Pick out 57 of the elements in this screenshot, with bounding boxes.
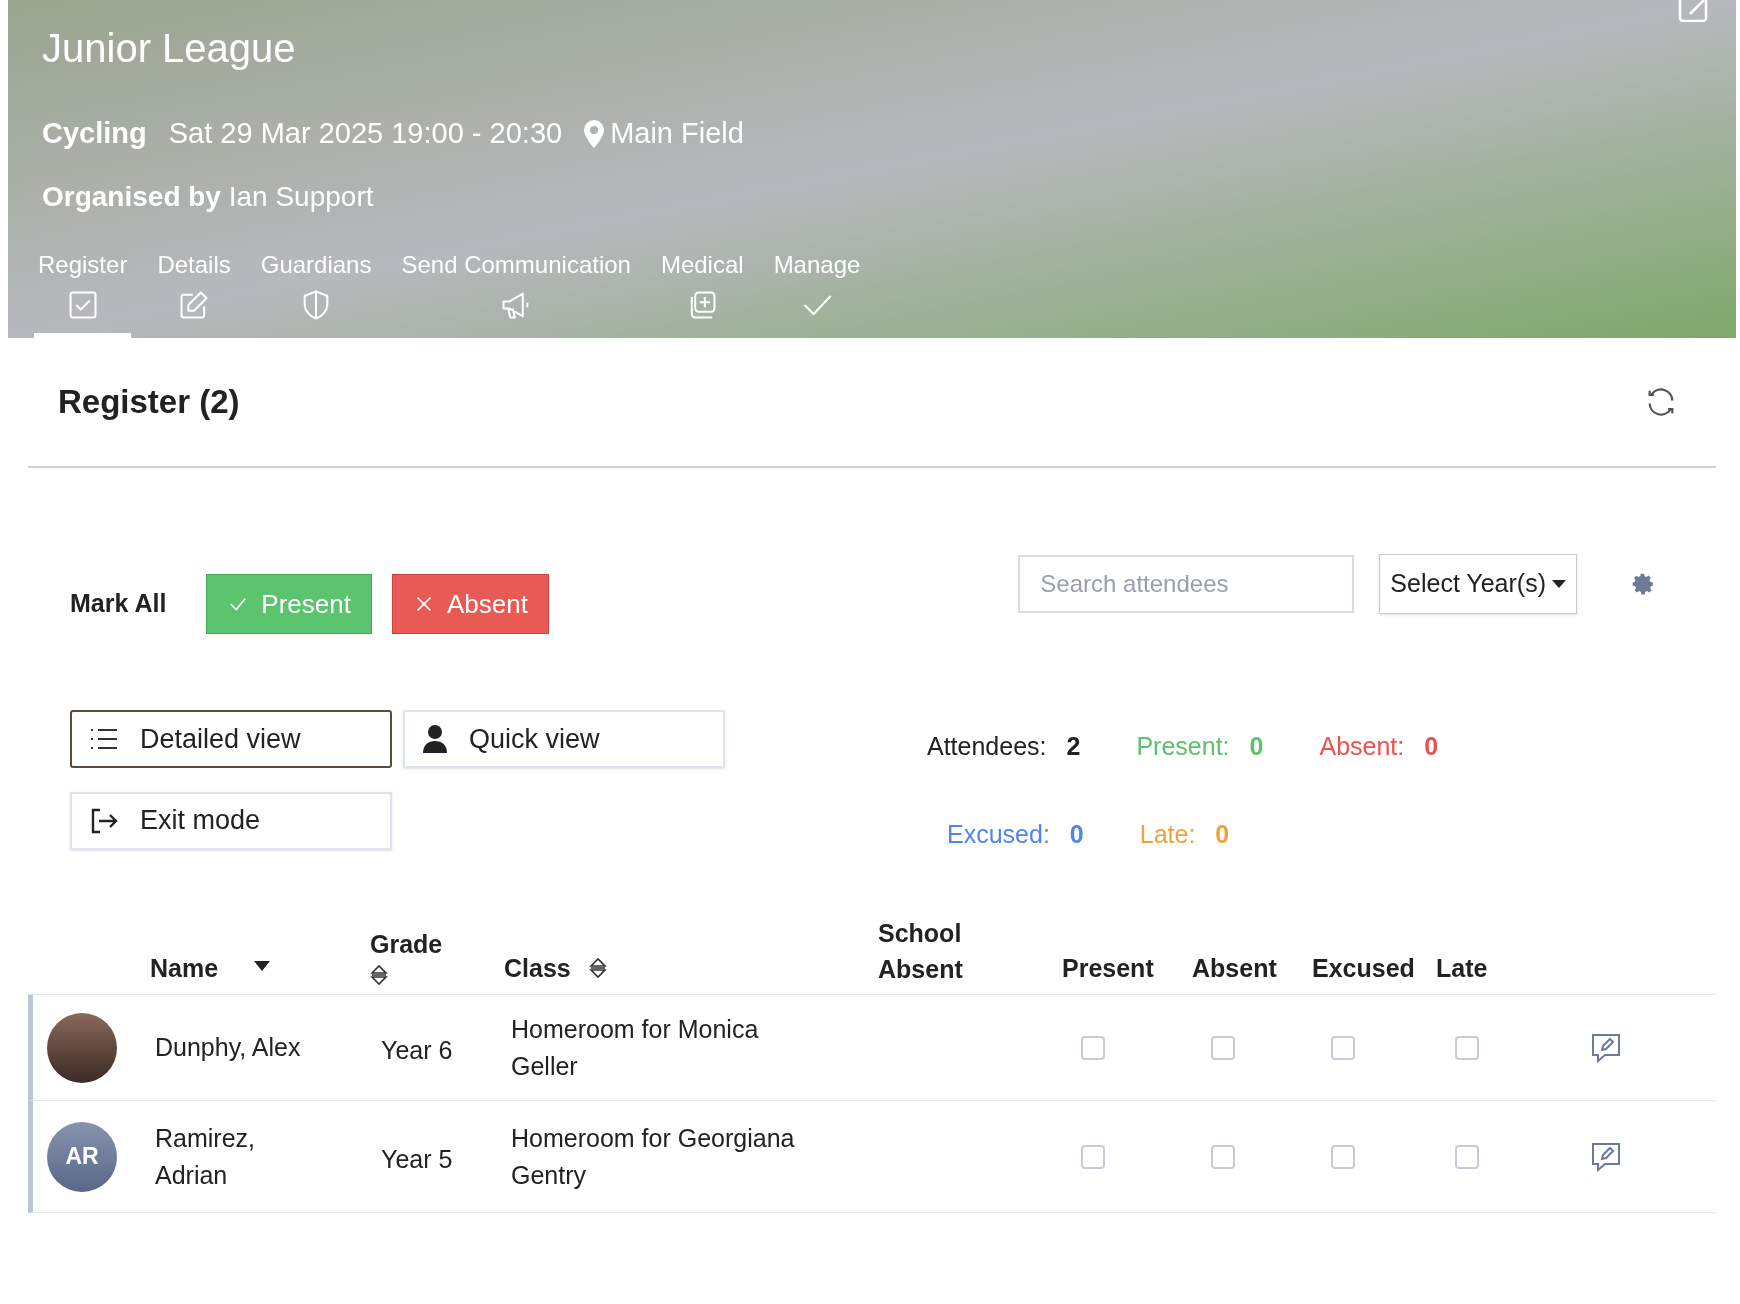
detailed-view-button[interactable]: Detailed view — [70, 710, 392, 768]
column-header[interactable]: Class — [504, 949, 571, 987]
person-icon — [423, 725, 447, 753]
event-datetime: Sat 29 Mar 2025 19:00 - 20:30 — [168, 116, 563, 152]
settings-icon[interactable] — [1630, 571, 1656, 597]
stat-value: 2 — [1066, 731, 1081, 762]
sort-icon[interactable] — [588, 956, 607, 981]
avatar-initials: AR — [47, 1121, 117, 1192]
late-checkbox[interactable] — [1455, 1035, 1479, 1060]
stat-label: Absent: — [1319, 731, 1405, 762]
exit-icon — [90, 807, 118, 834]
comment-edit-icon[interactable] — [1589, 1140, 1623, 1173]
stat-label: Excused: — [947, 818, 1050, 850]
class-cell-text: Homeroom for Georgiana Gentry — [510, 1122, 796, 1191]
class-cell-text: Homeroom for Monica Geller — [510, 1013, 760, 1082]
stat-label: Late: — [1139, 818, 1196, 850]
mark-all-label: Mark All — [70, 588, 167, 620]
list-icon — [90, 728, 118, 750]
column-header[interactable]: Name — [150, 949, 219, 987]
event-title: Junior League — [42, 25, 297, 72]
sort-icon[interactable] — [370, 963, 388, 987]
grade-cell-text: Year 6 — [380, 1034, 454, 1066]
absent-checkbox[interactable] — [1211, 1144, 1235, 1169]
organiser-text: Organised by Ian Support — [42, 180, 375, 214]
activity-label: Cycling — [42, 116, 147, 152]
event-location: Main Field — [610, 116, 744, 152]
late-checkbox[interactable] — [1455, 1144, 1479, 1169]
stat-value: 0 — [1069, 818, 1084, 850]
search-field[interactable]: Search attendees — [1018, 555, 1355, 613]
stat-value: 0 — [1424, 731, 1439, 762]
absent-checkbox[interactable] — [1211, 1035, 1235, 1060]
column-header[interactable]: Late — [1436, 949, 1488, 987]
stat-label: Attendees: — [927, 731, 1047, 762]
column-header[interactable]: School Absent — [878, 915, 1022, 987]
excused-checkbox[interactable] — [1331, 1035, 1355, 1060]
quick-view-button[interactable]: Quick view — [403, 710, 725, 768]
grade-cell-text: Year 5 — [380, 1143, 454, 1175]
comment-edit-icon[interactable] — [1589, 1031, 1623, 1064]
attendee-name[interactable]: Ramirez, Adrian — [155, 1119, 330, 1194]
external-link-icon[interactable] — [1678, 0, 1708, 22]
exit-view-button[interactable]: Exit mode — [70, 791, 392, 850]
excused-checkbox[interactable] — [1331, 1144, 1355, 1169]
attendee-name[interactable]: Dunphy, Alex — [155, 1029, 330, 1066]
stat-value: 0 — [1249, 731, 1264, 762]
column-header[interactable]: Grade — [370, 925, 443, 963]
column-header[interactable]: Excused — [1312, 949, 1415, 987]
stat-label: Present: — [1136, 731, 1230, 762]
column-header[interactable]: Present — [1062, 949, 1154, 987]
present-checkbox[interactable] — [1081, 1035, 1105, 1060]
location-pin-icon — [584, 120, 605, 148]
column-header[interactable]: Absent — [1192, 949, 1277, 987]
year-select[interactable]: Select Year(s) — [1379, 554, 1577, 614]
caret-down-icon — [1552, 580, 1566, 588]
sort-descending-icon[interactable] — [254, 961, 271, 972]
present-checkbox[interactable] — [1081, 1144, 1105, 1169]
stat-value: 0 — [1215, 818, 1230, 850]
register-heading: Register (2) — [58, 382, 240, 423]
